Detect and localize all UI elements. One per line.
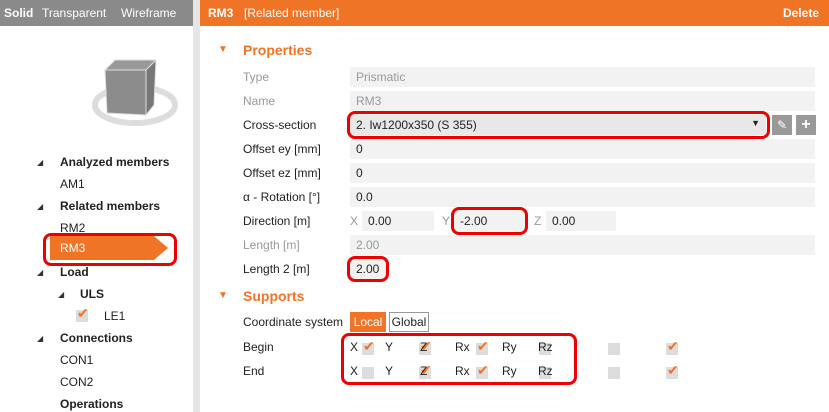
tree-load[interactable]: Load: [60, 265, 89, 279]
tree-am1[interactable]: AM1: [60, 177, 85, 191]
collapse-icon[interactable]: ◢: [37, 202, 43, 211]
dir-x-input[interactable]: 0.00: [362, 211, 434, 231]
highlight: [347, 111, 770, 139]
end-rz-checkbox[interactable]: [666, 362, 679, 379]
header-bar: RM3 [Related member] Delete: [200, 0, 829, 26]
name-label: Name: [243, 94, 276, 108]
offset-ez-value: 0: [356, 166, 363, 180]
tree-analyzed-members[interactable]: Analyzed members: [60, 155, 169, 169]
local-button[interactable]: Local: [350, 312, 386, 332]
end-label: End: [243, 364, 265, 378]
length-input: 2.00: [350, 235, 815, 255]
dir-x-value: 0.00: [368, 214, 392, 228]
tree-con2[interactable]: CON2: [60, 375, 93, 389]
type-value: Prismatic: [356, 70, 406, 84]
highlight: [347, 256, 389, 282]
dir-z-label: Z: [534, 214, 542, 228]
local-label: Local: [353, 315, 383, 329]
collapse-icon[interactable]: ◢: [37, 158, 43, 167]
add-plus-icon[interactable]: +: [796, 115, 816, 135]
highlight: [341, 333, 577, 385]
begin-label: Begin: [243, 340, 274, 354]
coordinate-system-label: Coordinate system: [243, 315, 344, 329]
collapse-icon[interactable]: ▼: [218, 290, 228, 301]
tree-con1[interactable]: CON1: [60, 353, 93, 367]
collapse-icon[interactable]: ◢: [37, 334, 43, 343]
scrollbar[interactable]: [193, 0, 200, 412]
delete-button[interactable]: Delete: [783, 6, 819, 20]
tree-operations[interactable]: Operations: [60, 397, 123, 411]
collapse-icon[interactable]: ◢: [58, 290, 64, 299]
view-cube-icon[interactable]: [88, 55, 183, 130]
supports-heading: Supports: [243, 288, 305, 304]
view-wireframe[interactable]: Wireframe: [121, 6, 176, 20]
offset-ez-input[interactable]: 0: [350, 163, 815, 183]
length2-label: Length 2 [m]: [243, 262, 310, 276]
direction-label: Direction [m]: [243, 214, 311, 228]
tree-connections[interactable]: Connections: [60, 331, 133, 345]
view-mode-bar: Solid Transparent Wireframe: [0, 0, 193, 26]
global-label: Global: [391, 315, 427, 329]
offset-ey-value: 0: [356, 142, 363, 156]
dir-y-label: Y: [442, 214, 451, 228]
left-panel: Solid Transparent Wireframe ◢ Analyzed m…: [0, 0, 193, 412]
length-label: Length [m]: [243, 238, 300, 252]
collapse-icon[interactable]: ▼: [218, 44, 228, 55]
tree-related-members[interactable]: Related members: [60, 199, 160, 213]
offset-ez-label: Offset ez [mm]: [243, 166, 321, 180]
name-input: RM3: [350, 91, 815, 111]
offset-ey-input[interactable]: 0: [350, 139, 815, 159]
dir-z-input[interactable]: 0.00: [546, 211, 616, 231]
highlight: [43, 233, 177, 266]
view-solid[interactable]: Solid: [4, 6, 33, 20]
le1-checkbox[interactable]: [76, 305, 89, 322]
rotation-input[interactable]: 0.0: [350, 187, 815, 207]
length-value: 2.00: [356, 238, 380, 252]
cross-section-label: Cross-section: [243, 118, 317, 132]
type-select: Prismatic: [350, 67, 815, 87]
rotation-label: α - Rotation [°]: [243, 190, 321, 204]
member-title: RM3: [208, 6, 234, 20]
collapse-icon[interactable]: ◢: [37, 268, 43, 277]
properties-heading: Properties: [243, 42, 313, 58]
dir-z-value: 0.00: [552, 214, 576, 228]
offset-ey-label: Offset ey [mm]: [243, 142, 321, 156]
begin-rz-checkbox[interactable]: [666, 338, 679, 355]
global-button[interactable]: Global: [389, 312, 429, 332]
rotation-value: 0.0: [356, 190, 373, 204]
highlight: [451, 207, 528, 235]
type-label: Type: [243, 70, 270, 84]
member-subtitle: [Related member]: [244, 6, 340, 20]
view-transparent[interactable]: Transparent: [42, 6, 106, 20]
dir-x-label: X: [350, 214, 359, 228]
name-value: RM3: [356, 94, 382, 108]
end-ry-checkbox[interactable]: [608, 366, 620, 379]
edit-pencil-icon[interactable]: ✎: [772, 115, 792, 135]
tree-uls[interactable]: ULS: [80, 287, 104, 301]
tree-le1[interactable]: LE1: [104, 309, 125, 323]
begin-ry-checkbox[interactable]: [608, 342, 620, 355]
